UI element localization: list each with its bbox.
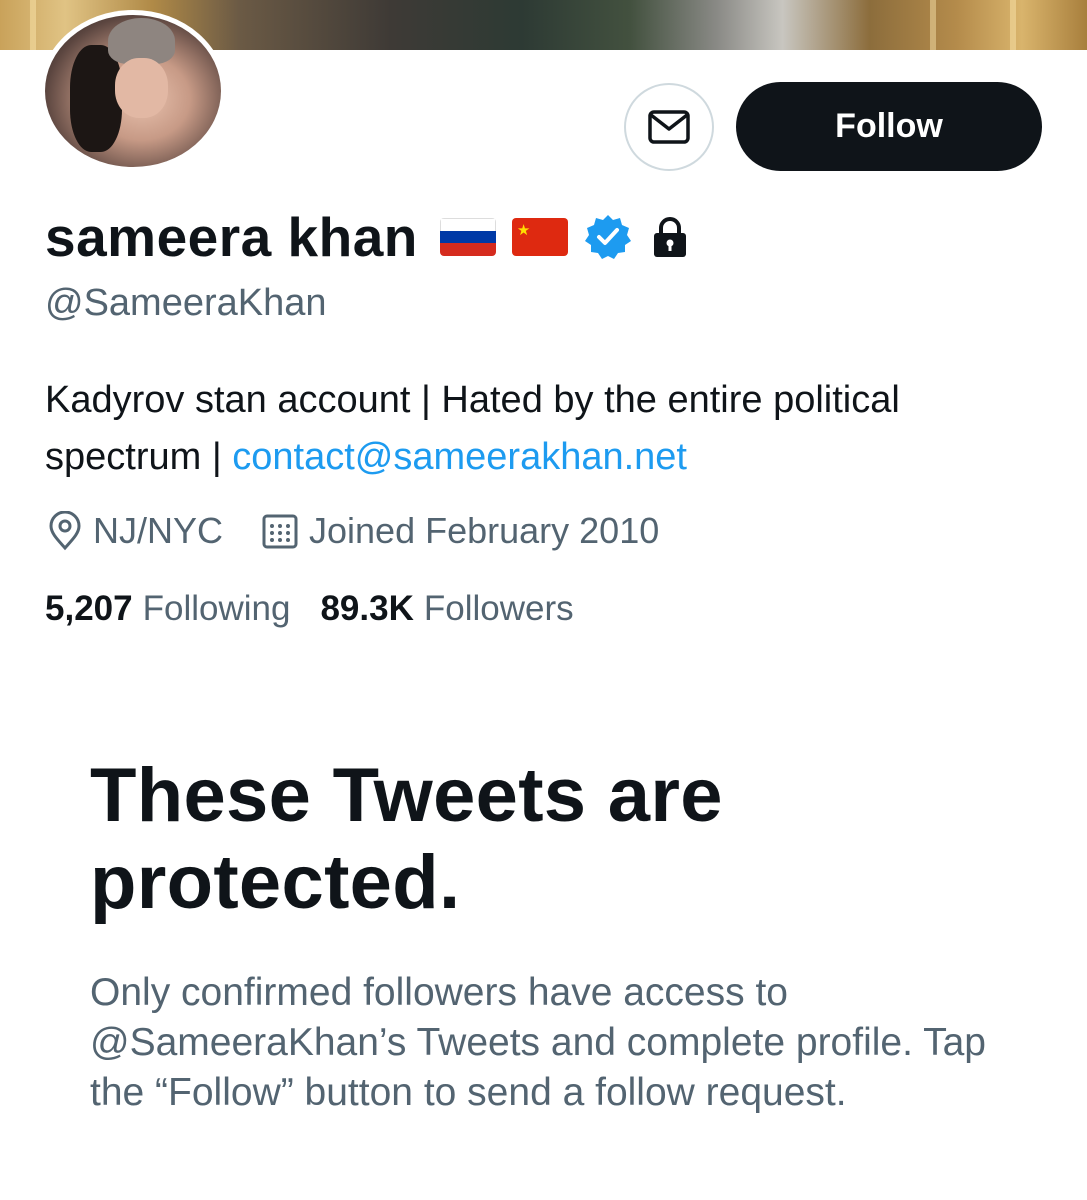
calendar-icon	[262, 514, 298, 549]
avatar[interactable]	[40, 10, 226, 172]
followers-count: 89.3K	[320, 589, 414, 628]
russia-flag-icon	[439, 218, 496, 256]
china-flag-icon: ★	[511, 218, 568, 256]
verified-badge-icon	[584, 215, 631, 259]
following-label: Following	[142, 589, 291, 628]
follow-button[interactable]: Follow	[736, 82, 1042, 171]
protected-message: Only confirmed followers have access to …	[90, 971, 986, 1114]
location-pin-icon	[49, 511, 81, 551]
mail-icon	[648, 110, 690, 144]
message-button[interactable]	[624, 83, 714, 171]
avatar-image	[45, 15, 221, 167]
following-link[interactable]: 5,207 Following	[45, 589, 290, 629]
protected-title: These Tweets are protected.	[90, 753, 723, 925]
following-count: 5,207	[45, 589, 133, 628]
name-row: sameera khan ★	[45, 202, 692, 272]
display-name: sameera khan	[45, 206, 418, 268]
profile-bio: Kadyrov stan account | Hated by the enti…	[45, 372, 1045, 486]
location-text: NJ/NYC	[93, 510, 224, 551]
joined-item: Joined February 2010	[261, 510, 659, 552]
joined-text: Joined February 2010	[309, 510, 660, 551]
profile-handle: @SameeraKhan	[45, 282, 327, 324]
bio-email-link[interactable]: contact@sameerakhan.net	[232, 436, 687, 478]
profile-meta: NJ/NYC Joined February 2010	[47, 505, 697, 557]
lock-icon	[653, 217, 686, 257]
followers-label: Followers	[423, 589, 574, 628]
followers-link[interactable]: 89.3K Followers	[320, 589, 573, 629]
location-item: NJ/NYC	[47, 510, 223, 552]
profile-stats: 5,207 Following 89.3K Followers	[45, 584, 604, 634]
